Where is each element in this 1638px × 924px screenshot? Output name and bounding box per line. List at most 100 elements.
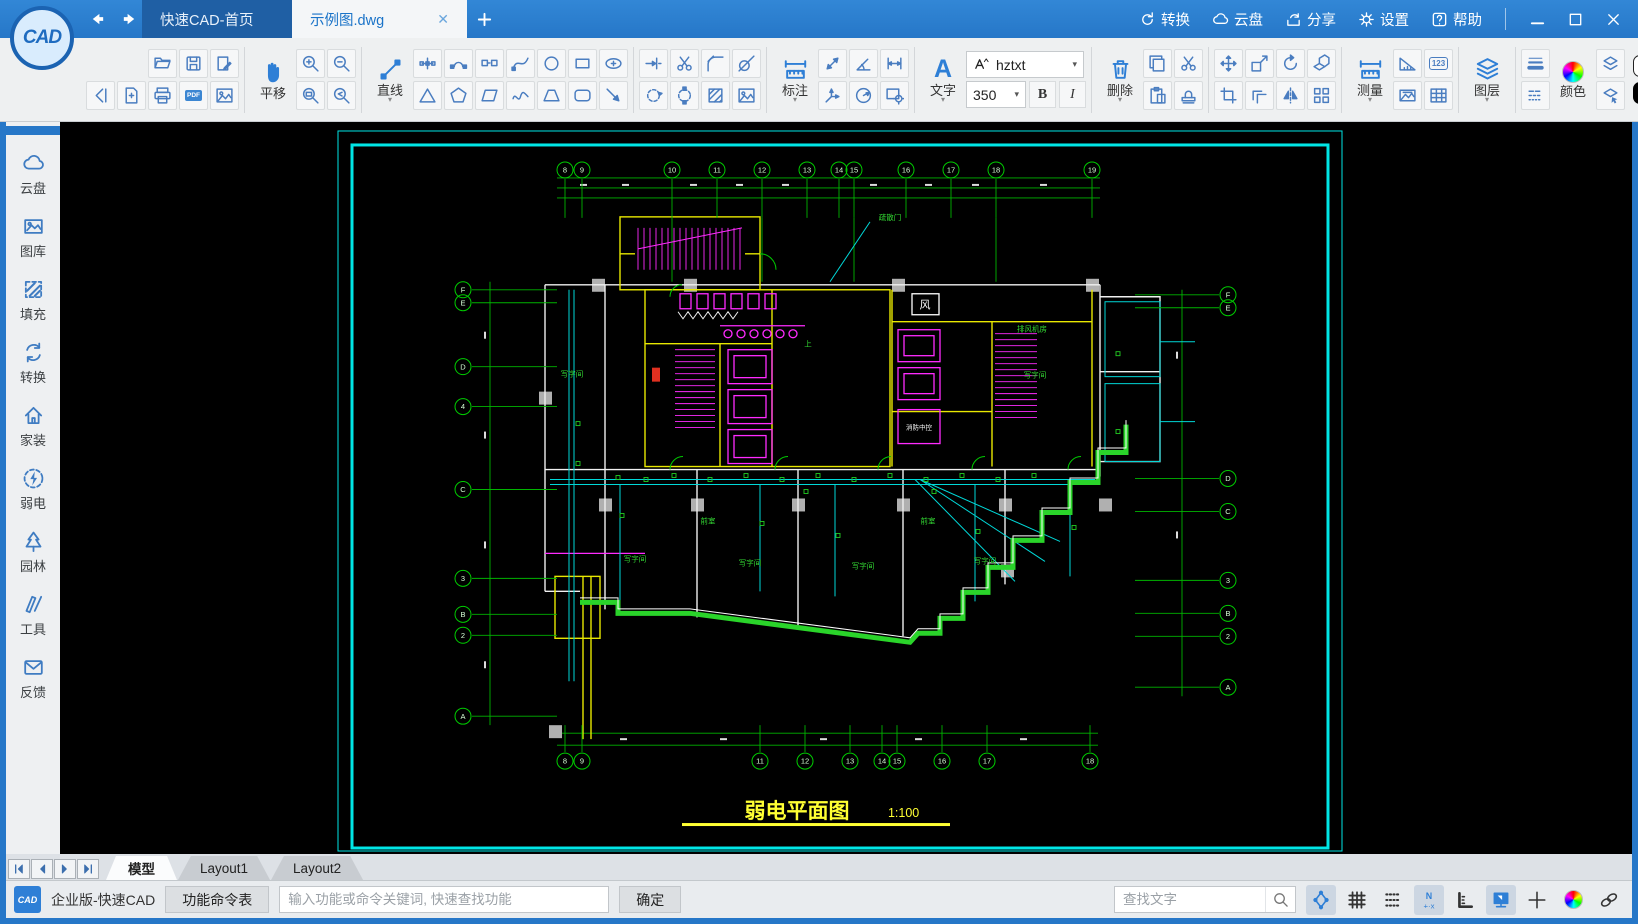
grid-toggle[interactable] xyxy=(1342,885,1372,915)
maximize-button[interactable] xyxy=(1558,5,1592,33)
sidebar-item-tools[interactable]: 工具 xyxy=(6,584,60,647)
zoom-previous-button[interactable] xyxy=(327,80,356,110)
last-layout-button[interactable] xyxy=(77,859,99,879)
copy-tool[interactable] xyxy=(1143,48,1172,78)
stamp-copy-tool[interactable] xyxy=(1174,80,1203,110)
insert-image-tool[interactable] xyxy=(732,80,761,110)
aligned-dimension-tool[interactable] xyxy=(818,48,847,78)
count-tool[interactable]: 123 xyxy=(1424,48,1453,78)
ortho-toggle[interactable] xyxy=(1450,885,1480,915)
find-text-input[interactable] xyxy=(1115,887,1265,912)
rounded-rectangle-tool[interactable] xyxy=(568,80,597,110)
circle-tool[interactable] xyxy=(537,48,566,78)
share-button[interactable]: 分享 xyxy=(1276,5,1345,34)
new-file-button[interactable] xyxy=(117,80,146,110)
lineweight-button[interactable] xyxy=(1521,48,1550,78)
minimize-button[interactable] xyxy=(1520,5,1554,33)
spline-tool[interactable] xyxy=(506,48,535,78)
triangle-tool[interactable] xyxy=(413,80,442,110)
rectangle-tool[interactable] xyxy=(568,48,597,78)
radius-dimension-tool[interactable] xyxy=(849,80,878,110)
screen-mode-toggle[interactable] xyxy=(1486,884,1516,915)
link-button[interactable] xyxy=(1594,885,1624,915)
color-picker-button[interactable]: 颜色 xyxy=(1550,46,1596,114)
tab-layout1[interactable]: Layout1 xyxy=(178,856,271,880)
zoom-window-button[interactable] xyxy=(296,80,325,110)
font-size-select[interactable]: 350 ▾ xyxy=(966,81,1026,108)
command-search-input[interactable] xyxy=(279,886,610,913)
break-tool[interactable] xyxy=(670,80,699,110)
previous-layout-button[interactable] xyxy=(31,859,53,879)
paste-tool[interactable] xyxy=(1143,80,1172,110)
mirror-tool[interactable] xyxy=(1276,80,1305,110)
image-measure-tool[interactable] xyxy=(1393,80,1422,110)
clip-tool[interactable] xyxy=(1214,80,1243,110)
ordinate-dimension-tool[interactable] xyxy=(818,80,847,110)
zoom-out-button[interactable] xyxy=(327,48,356,78)
offset-tool[interactable] xyxy=(1245,80,1274,110)
sidebar-item-convert[interactable]: 转换 xyxy=(6,332,60,395)
export-pdf-button[interactable]: PDF xyxy=(179,80,208,110)
pan-tool[interactable]: 平移 xyxy=(250,46,296,114)
fillet-tool[interactable] xyxy=(701,48,730,78)
color-swatch[interactable] xyxy=(1633,55,1638,77)
search-icon[interactable] xyxy=(1265,887,1295,912)
layer-panel-button[interactable]: 图层 ▾ xyxy=(1464,46,1510,114)
trapezoid-tool[interactable] xyxy=(537,80,566,110)
table-tool[interactable] xyxy=(1424,80,1453,110)
sidebar-item-cloud-drive[interactable]: 云盘 xyxy=(6,143,60,206)
background-color-button[interactable] xyxy=(1558,885,1588,915)
tangent-tool[interactable] xyxy=(732,48,761,78)
arrow-tool[interactable] xyxy=(599,80,628,110)
save-button[interactable] xyxy=(179,48,208,78)
sidebar-item-feedback[interactable]: 反馈 xyxy=(6,647,60,710)
bold-button[interactable]: B xyxy=(1029,81,1056,108)
exit-button[interactable] xyxy=(86,80,115,110)
rotate-copy-tool[interactable] xyxy=(639,80,668,110)
scale-tool[interactable] xyxy=(1245,48,1274,78)
sidebar-item-gallery[interactable]: 图库 xyxy=(6,206,60,269)
dimension-tool[interactable]: 标注 ▾ xyxy=(772,46,818,114)
multiline-tool[interactable] xyxy=(413,48,442,78)
move-tool[interactable] xyxy=(1214,48,1243,78)
array-tool[interactable] xyxy=(1307,80,1336,110)
tab-close-icon[interactable]: ✕ xyxy=(437,11,449,28)
ellipse-tool[interactable] xyxy=(599,48,628,78)
font-family-select[interactable]: hztxt ▾ xyxy=(966,51,1084,78)
extend-tool[interactable] xyxy=(639,48,668,78)
confirm-button[interactable]: 确定 xyxy=(619,886,682,913)
crosshair-toggle[interactable] xyxy=(1522,885,1552,915)
object-snap-toggle[interactable] xyxy=(1306,884,1336,915)
forward-arrow-icon[interactable] xyxy=(116,6,142,32)
donut-tool[interactable] xyxy=(475,48,504,78)
dimension-settings-button[interactable] xyxy=(880,80,909,110)
polygon-tool[interactable] xyxy=(444,80,473,110)
line-tool[interactable]: 直线 ▾ xyxy=(367,46,413,114)
help-button[interactable]: 帮助 xyxy=(1422,5,1491,34)
settings-button[interactable]: 设置 xyxy=(1349,5,1418,34)
dot-grid-toggle[interactable] xyxy=(1378,885,1408,915)
drawing-canvas[interactable]: 8 9 10 11 12 13 14 15 16 17 18 19 8 9 11 12 13 14 15 16 17 18… xyxy=(60,122,1632,854)
angular-dimension-tool[interactable] xyxy=(849,48,878,78)
new-tab-button[interactable] xyxy=(467,0,501,38)
tab-home[interactable]: 快速CAD-首页 xyxy=(142,0,292,38)
sidebar-item-landscape[interactable]: 园林 xyxy=(6,521,60,584)
tab-layout2[interactable]: Layout2 xyxy=(271,856,364,880)
first-layout-button[interactable] xyxy=(8,859,30,879)
3d-view-tool[interactable] xyxy=(1307,48,1336,78)
save-as-button[interactable] xyxy=(210,48,239,78)
hatch-tool[interactable] xyxy=(701,80,730,110)
close-button[interactable] xyxy=(1596,5,1630,33)
italic-button[interactable]: I xyxy=(1059,81,1086,108)
polyline-arc-tool[interactable] xyxy=(444,48,473,78)
text-tool[interactable]: A 文字 ▾ xyxy=(920,46,966,114)
sidebar-item-weak-current[interactable]: 弱电 xyxy=(6,458,60,521)
open-file-button[interactable] xyxy=(148,48,177,78)
area-measure-tool[interactable] xyxy=(1393,48,1422,78)
print-button[interactable] xyxy=(148,80,177,110)
coordinate-toggle[interactable]: N +·x xyxy=(1414,884,1444,915)
zoom-in-button[interactable] xyxy=(296,48,325,78)
next-layout-button[interactable] xyxy=(54,859,76,879)
measure-tool[interactable]: 测量 ▾ xyxy=(1347,46,1393,114)
linetype-button[interactable] xyxy=(1521,80,1550,110)
